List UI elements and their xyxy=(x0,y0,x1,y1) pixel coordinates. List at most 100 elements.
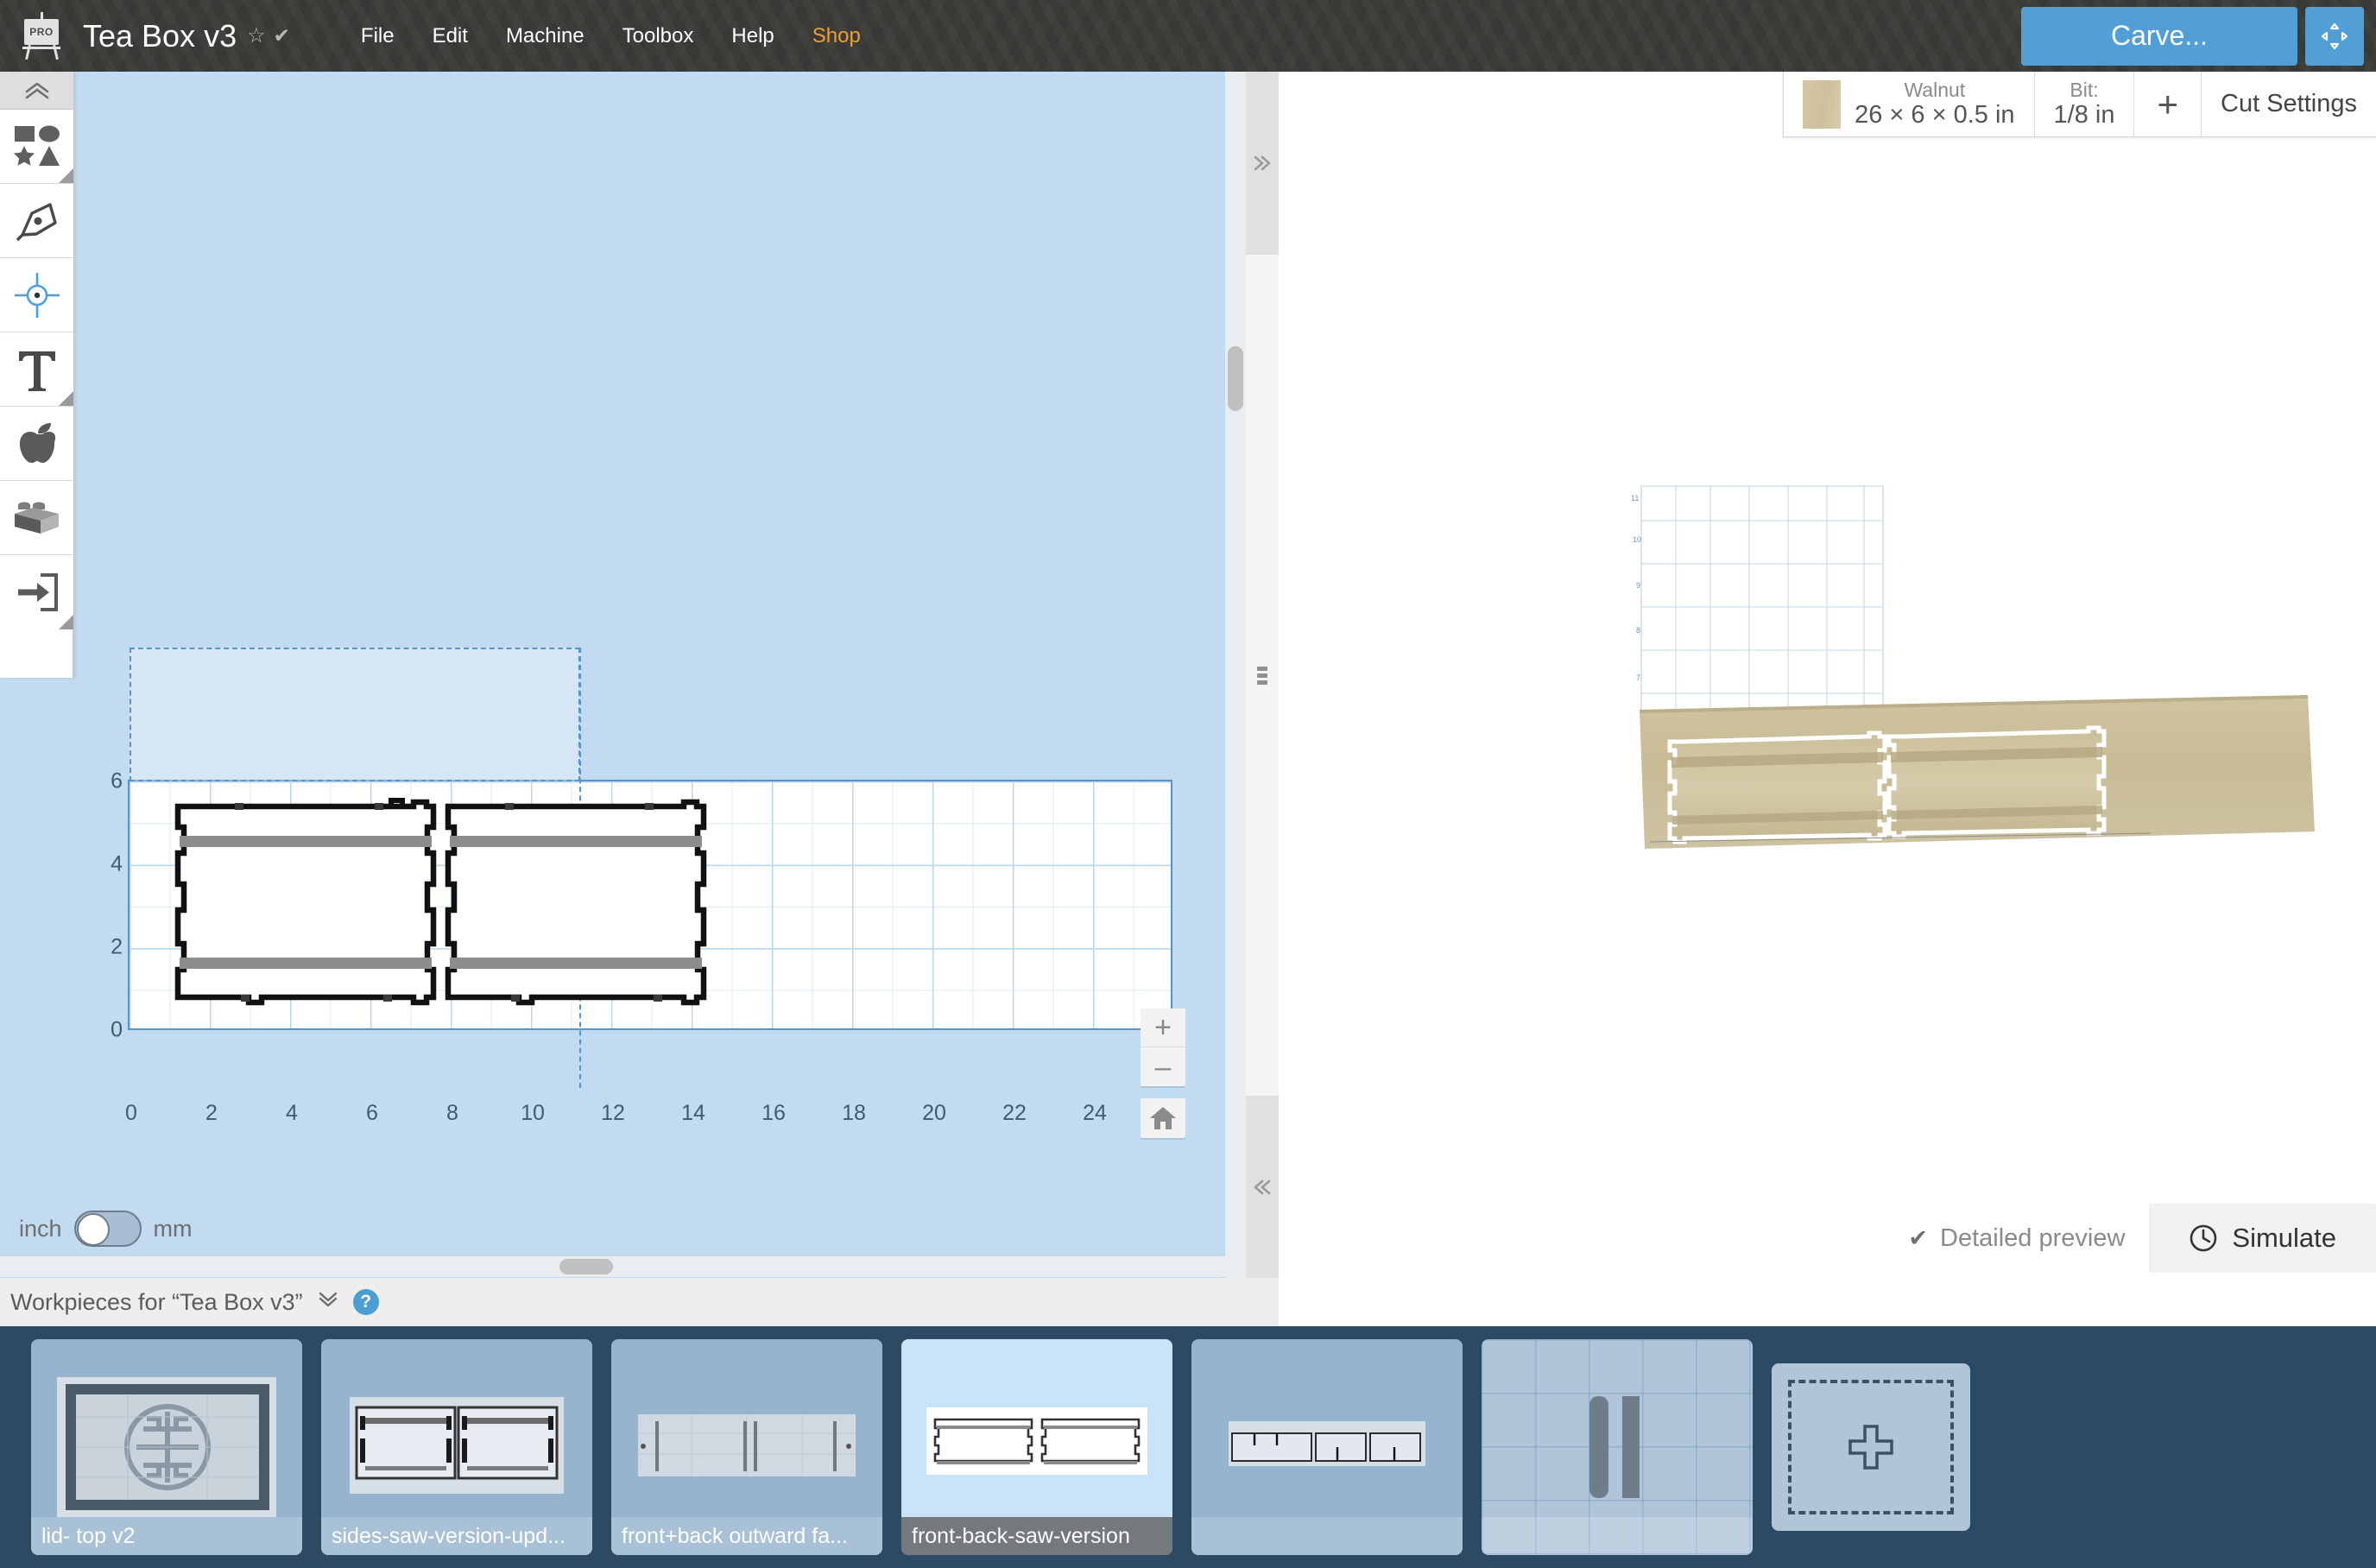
pen-nib-icon xyxy=(14,199,60,243)
tool-rail xyxy=(0,72,73,678)
carve-button[interactable]: Carve... xyxy=(2021,7,2297,66)
scrollbar-thumb-vertical[interactable] xyxy=(1228,346,1243,411)
material-selector[interactable]: Walnut 26 × 6 × 0.5 in xyxy=(1784,72,2034,136)
collapse-toolrail-button[interactable] xyxy=(0,72,73,110)
workpiece-lid-top-v2[interactable]: lid- top v2 xyxy=(31,1339,302,1555)
preview-3d-render[interactable]: 1110 987 xyxy=(1279,72,2376,1194)
workpieces-header: Workpieces for “Tea Box v3” ? xyxy=(0,1278,1279,1326)
shapes-icon xyxy=(14,124,60,169)
preview-grid-plane xyxy=(1641,486,1883,711)
canvas-horizontal-scrollbar[interactable] xyxy=(0,1256,1225,1277)
segmented-strip xyxy=(1227,1419,1427,1475)
y-tick: 2 xyxy=(111,935,123,960)
cut-settings-label: Cut Settings xyxy=(2221,90,2357,118)
wood-swatch-icon xyxy=(1803,80,1841,129)
x-tick: 8 xyxy=(446,1101,458,1126)
svg-text:7: 7 xyxy=(1636,673,1640,682)
star-outline-icon[interactable]: ☆ xyxy=(247,23,266,48)
shou-symbol-panel xyxy=(50,1374,283,1521)
workpiece-label: front+back outward fa... xyxy=(611,1517,882,1555)
groove-top-right xyxy=(450,836,702,847)
tool-center-point[interactable] xyxy=(0,258,73,332)
x-tick: 18 xyxy=(842,1101,866,1126)
detailed-preview-toggle[interactable]: ✔ Detailed preview xyxy=(1908,1224,2125,1253)
has-submenu-corner xyxy=(59,391,73,406)
collapse-left-panel-button[interactable] xyxy=(1246,1096,1279,1278)
preview-footer: ✔ Detailed preview Simulate xyxy=(1279,1198,2376,1278)
tool-import[interactable] xyxy=(0,555,73,629)
two-front-back-panels xyxy=(925,1404,1149,1490)
plus-icon xyxy=(1845,1421,1897,1473)
top-bar: PRO Tea Box v3 ☆ ✔ File Edit Machine Too… xyxy=(0,0,2376,72)
expand-arrows-icon[interactable] xyxy=(2305,7,2364,66)
menu-machine[interactable]: Machine xyxy=(487,16,603,57)
preview-3d-pane[interactable]: 1110 987 Walnut 26 × 6 × 0.5 in xyxy=(1279,72,2376,1278)
simulate-button[interactable]: Simulate xyxy=(2149,1204,2376,1273)
splitter-drag-handle[interactable] xyxy=(1246,255,1279,1096)
add-bit-button[interactable]: + xyxy=(2134,72,2202,136)
canvas-vertical-scrollbar[interactable] xyxy=(1225,72,1246,1278)
bit-label: Bit: xyxy=(2070,79,2098,101)
lego-brick-icon xyxy=(12,497,62,539)
has-submenu-corner xyxy=(59,168,73,183)
tool-text[interactable] xyxy=(0,332,73,407)
page-title[interactable]: Tea Box v3 xyxy=(83,18,237,54)
menu-help[interactable]: Help xyxy=(712,16,793,57)
material-name: Walnut xyxy=(1904,79,1965,101)
menu-toolbox[interactable]: Toolbox xyxy=(603,16,713,57)
svg-text:9: 9 xyxy=(1636,581,1640,590)
zoom-out-button[interactable]: – xyxy=(1141,1047,1185,1086)
unit-label-inch: inch xyxy=(19,1216,62,1242)
groove-bottom-left xyxy=(180,958,432,969)
preview-grid-labels: 1110 987 xyxy=(1631,494,1641,682)
flat-panel-lines xyxy=(636,1411,857,1483)
menu-file[interactable]: File xyxy=(342,16,414,57)
workpiece-front-back-outward[interactable]: front+back outward fa... xyxy=(611,1339,882,1555)
workpieces-header-filler xyxy=(1279,1278,2376,1326)
add-workpiece-button[interactable] xyxy=(1772,1363,1970,1531)
workpiece-front-back-saw-version[interactable]: front-back-saw-version xyxy=(901,1339,1172,1555)
y-tick: 0 xyxy=(111,1018,123,1043)
zoom-controls: + – xyxy=(1141,1008,1185,1138)
expand-right-panel-button[interactable] xyxy=(1246,72,1279,255)
zoom-in-button[interactable]: + xyxy=(1141,1008,1185,1047)
drag-handle-icon xyxy=(1257,667,1267,685)
workpiece-sides-saw-version[interactable]: sides-saw-version-upd... xyxy=(321,1339,592,1555)
tool-draw-pen[interactable] xyxy=(0,184,73,258)
easel-pro-logo[interactable]: PRO xyxy=(16,12,67,60)
unit-toggle[interactable]: inch mm xyxy=(19,1211,193,1247)
unit-toggle-switch[interactable] xyxy=(74,1211,142,1247)
svg-text:11: 11 xyxy=(1631,494,1639,503)
workpiece-divider-strip[interactable] xyxy=(1191,1339,1463,1555)
tool-apps[interactable] xyxy=(0,407,73,481)
x-tick: 12 xyxy=(601,1101,625,1126)
import-arrow-icon xyxy=(15,572,60,613)
y-tick: 4 xyxy=(111,852,123,877)
workpiece-label: lid- top v2 xyxy=(31,1517,302,1555)
bit-selector[interactable]: Bit: 1/8 in xyxy=(2035,72,2135,136)
apple-icon xyxy=(16,422,59,465)
design-geometry[interactable] xyxy=(128,780,1172,1030)
x-tick: 0 xyxy=(125,1101,137,1126)
material-dimensions: 26 × 6 × 0.5 in xyxy=(1855,101,2014,130)
two-vertical-bars xyxy=(1531,1374,1703,1521)
carved-back-panel-3d xyxy=(1889,728,2104,837)
scrollbar-thumb-horizontal[interactable] xyxy=(559,1259,613,1274)
selection-rectangle[interactable] xyxy=(130,648,580,781)
workpiece-label xyxy=(1191,1517,1463,1555)
home-icon[interactable] xyxy=(1141,1098,1185,1138)
workpiece-two-bars[interactable] xyxy=(1482,1339,1753,1555)
tool-3d-blocks[interactable] xyxy=(0,481,73,555)
svg-text:10: 10 xyxy=(1633,535,1641,544)
tool-shapes[interactable] xyxy=(0,110,73,184)
menu-shop[interactable]: Shop xyxy=(793,16,880,57)
question-mark-icon[interactable]: ? xyxy=(353,1289,379,1315)
cut-settings-button[interactable]: Cut Settings xyxy=(2202,72,2376,136)
unit-toggle-knob xyxy=(77,1213,110,1246)
x-tick: 10 xyxy=(521,1101,545,1126)
chevron-double-down-icon[interactable] xyxy=(317,1290,339,1314)
panel-splitter[interactable] xyxy=(1246,72,1279,1278)
design-canvas[interactable]: 0 2 4 6 8 10 12 14 16 18 20 22 24 26 6 4… xyxy=(0,72,1246,1278)
menu-edit[interactable]: Edit xyxy=(414,16,487,57)
top-bar-actions: Carve... xyxy=(2021,7,2376,66)
